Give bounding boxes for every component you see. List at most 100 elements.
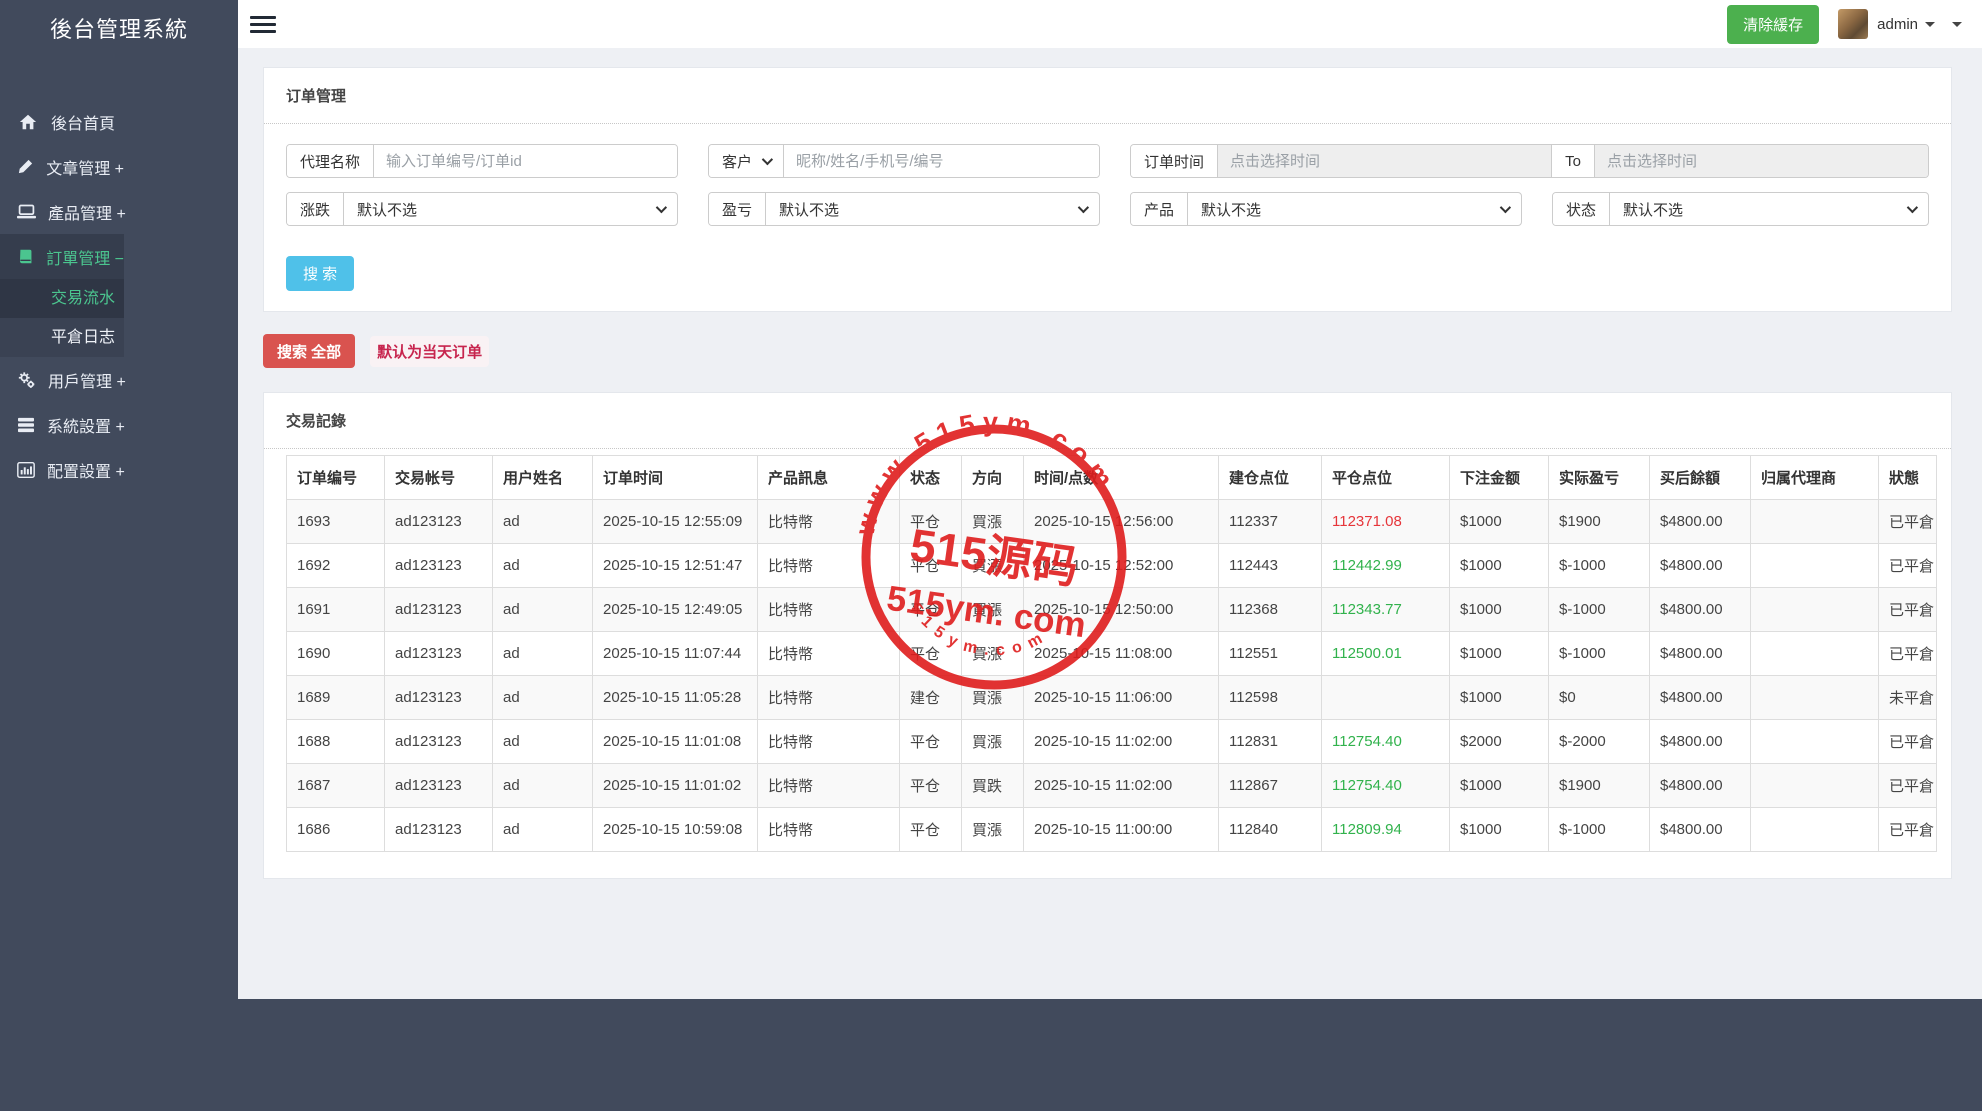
profit-loss-filter-label: 盈亏 bbox=[709, 193, 767, 225]
table-cell-agent bbox=[1750, 719, 1879, 764]
table-cell-bet_amount: $1000 bbox=[1449, 807, 1549, 852]
table-cell-order_time: 2025-10-15 11:05:28 bbox=[592, 675, 758, 720]
table-cell-agent bbox=[1750, 675, 1879, 720]
table-cell-agent bbox=[1750, 543, 1879, 588]
table-cell-bet_amount: $2000 bbox=[1449, 719, 1549, 764]
table-cell-position: 平仓 bbox=[899, 587, 962, 632]
table-cell-product: 比特幣 bbox=[757, 675, 900, 720]
sidebar-item-system[interactable]: 系統設置 + bbox=[0, 402, 125, 447]
sidebar-subitem-close-log[interactable]: 平倉日志 bbox=[0, 318, 124, 357]
order-time-filter-label: 订单时间 bbox=[1131, 145, 1219, 177]
product-select-value: 默认不选 bbox=[1201, 201, 1262, 219]
column-header-order_time: 订单时间 bbox=[592, 455, 758, 500]
table-cell-status: 已平倉 bbox=[1878, 499, 1937, 544]
product-select[interactable]: 默认不选 bbox=[1188, 193, 1521, 225]
table-cell-position: 平仓 bbox=[899, 807, 962, 852]
table-header-row: 订单编号 交易帐号 用户姓名 订单时间 产品訊息 状态 方向 时间/点数 建仓点位 平仓点位 下注金… bbox=[286, 455, 1937, 500]
table-cell-user_name: ad bbox=[492, 543, 593, 588]
gears-icon bbox=[17, 371, 36, 389]
table-cell-close_point bbox=[1321, 675, 1450, 720]
profit-loss-select-value: 默认不选 bbox=[779, 201, 840, 219]
table-cell-settle_time: 2025-10-15 11:02:00 bbox=[1023, 719, 1219, 764]
table-cell-balance: $4800.00 bbox=[1649, 543, 1751, 588]
table-cell-balance: $4800.00 bbox=[1649, 719, 1751, 764]
table-cell-balance: $4800.00 bbox=[1649, 675, 1751, 720]
column-header-settle_time: 时间/点数 bbox=[1023, 455, 1219, 500]
table-cell-profit: $-1000 bbox=[1548, 631, 1650, 676]
table-cell-open_point: 112831 bbox=[1218, 719, 1322, 764]
table-cell-balance: $4800.00 bbox=[1649, 587, 1751, 632]
table-cell-account: ad123123 bbox=[384, 499, 493, 544]
records-tbody: 1693 ad123123 ad 2025-10-15 12:55:09 比特幣 平仓 買漲… bbox=[286, 499, 1937, 852]
agent-filter-group: 代理名称 bbox=[286, 144, 678, 178]
sidebar-subitem-label: 平倉日志 bbox=[51, 329, 116, 346]
table-cell-product: 比特幣 bbox=[757, 587, 900, 632]
avatar[interactable] bbox=[1838, 9, 1869, 39]
table-cell-status: 未平倉 bbox=[1878, 675, 1937, 720]
table-cell-direction: 買漲 bbox=[961, 499, 1024, 544]
table-cell-order_no: 1690 bbox=[286, 631, 385, 676]
sidebar-item-users[interactable]: 用戶管理 + bbox=[0, 357, 126, 402]
clear-cache-button[interactable]: 清除緩存 bbox=[1727, 4, 1820, 44]
laptop-icon bbox=[17, 203, 36, 220]
customer-filter-input[interactable] bbox=[784, 145, 1099, 177]
table-cell-account: ad123123 bbox=[384, 675, 493, 720]
search-button[interactable]: 搜 索 bbox=[286, 256, 355, 291]
order-time-to-input[interactable] bbox=[1594, 145, 1928, 177]
status-select[interactable]: 默认不选 bbox=[1610, 193, 1928, 225]
sidebar-item-home[interactable]: 後台首頁 bbox=[0, 99, 124, 144]
column-header-balance: 买后餘額 bbox=[1649, 455, 1751, 500]
column-header-open_point: 建仓点位 bbox=[1218, 455, 1322, 500]
sidebar-item-products[interactable]: 產品管理 + bbox=[0, 189, 126, 234]
orders-panel: 订单管理 代理名称 客户 bbox=[263, 67, 1952, 312]
column-header-bet_amount: 下注金额 bbox=[1449, 455, 1549, 500]
table-cell-close_point: 112343.77 bbox=[1321, 587, 1450, 632]
profit-loss-filter-group: 盈亏 默认不选 bbox=[708, 192, 1100, 226]
status-select-value: 默认不选 bbox=[1623, 201, 1684, 219]
table-row: 1693 ad123123 ad 2025-10-15 12:55:09 比特幣 平仓 買漲… bbox=[286, 499, 1937, 544]
table-cell-settle_time: 2025-10-15 11:02:00 bbox=[1023, 763, 1219, 808]
column-header-order_no: 订单编号 bbox=[286, 455, 385, 500]
table-cell-profit: $1900 bbox=[1548, 763, 1650, 808]
sidebar-item-label: 用戶管理 + bbox=[48, 373, 126, 391]
table-cell-order_no: 1693 bbox=[286, 499, 385, 544]
table-cell-bet_amount: $1000 bbox=[1449, 587, 1549, 632]
table-cell-profit: $-1000 bbox=[1548, 543, 1650, 588]
sidebar-item-articles[interactable]: 文章管理 + bbox=[0, 144, 124, 189]
table-cell-agent bbox=[1750, 587, 1879, 632]
agent-filter-input[interactable] bbox=[374, 145, 677, 177]
chevron-down-icon[interactable] bbox=[1925, 21, 1935, 27]
rise-fall-select[interactable]: 默认不选 bbox=[344, 193, 677, 225]
chevron-down-icon[interactable] bbox=[1952, 21, 1962, 27]
profit-loss-select[interactable]: 默认不选 bbox=[766, 193, 1099, 225]
table-cell-close_point: 112442.99 bbox=[1321, 543, 1450, 588]
table-cell-agent bbox=[1750, 499, 1879, 544]
topbar: 清除緩存 admin bbox=[238, 0, 1982, 48]
sidebar-item-label: 後台首頁 bbox=[51, 115, 116, 133]
records-panel: 交易記錄 订单编号 交易帐号 用户姓名 订单时间 产品訊息 状态 方向 时间/点数 建仓点位 平仓… bbox=[263, 392, 1952, 879]
table-cell-agent bbox=[1750, 807, 1879, 852]
table-cell-bet_amount: $1000 bbox=[1449, 499, 1549, 544]
table-cell-settle_time: 2025-10-15 12:50:00 bbox=[1023, 587, 1219, 632]
order-time-from-input[interactable] bbox=[1218, 145, 1552, 177]
table-cell-close_point: 112371.08 bbox=[1321, 499, 1450, 544]
table-cell-position: 平仓 bbox=[899, 719, 962, 764]
table-cell-open_point: 112840 bbox=[1218, 807, 1322, 852]
table-cell-order_no: 1687 bbox=[286, 763, 385, 808]
table-cell-order_no: 1689 bbox=[286, 675, 385, 720]
table-cell-user_name: ad bbox=[492, 763, 593, 808]
order-time-to-label: To bbox=[1551, 145, 1595, 177]
sidebar-item-orders[interactable]: 訂單管理 − bbox=[0, 234, 124, 279]
table-cell-user_name: ad bbox=[492, 587, 593, 632]
search-all-button[interactable]: 搜索 全部 bbox=[263, 334, 356, 368]
table-cell-order_no: 1686 bbox=[286, 807, 385, 852]
table-row: 1690 ad123123 ad 2025-10-15 11:07:44 比特幣 平仓 買漲… bbox=[286, 631, 1937, 676]
hamburger-menu-icon[interactable] bbox=[250, 12, 284, 37]
column-header-profit: 实际盈亏 bbox=[1548, 455, 1650, 500]
sidebar-item-config[interactable]: 配置設置 + bbox=[0, 447, 125, 492]
records-table: 订单编号 交易帐号 用户姓名 订单时间 产品訊息 状态 方向 时间/点数 建仓点位 平仓点位 下注金… bbox=[286, 455, 1937, 852]
list-icon bbox=[17, 417, 35, 433]
sidebar-subitem-trade-flow[interactable]: 交易流水 bbox=[0, 279, 124, 318]
book-icon bbox=[17, 248, 34, 265]
customer-type-select[interactable]: 客户 bbox=[709, 145, 785, 177]
